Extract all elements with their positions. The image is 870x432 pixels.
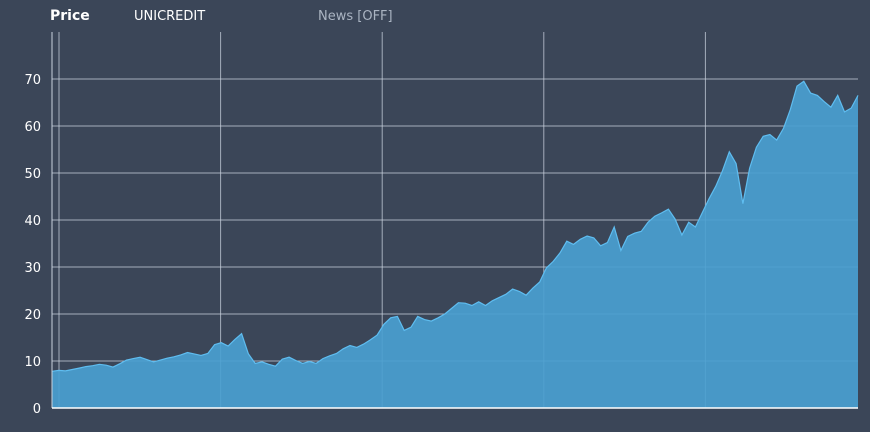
y-tick-label-0: 0 [33, 402, 41, 417]
y-tick-label-20: 20 [24, 308, 41, 323]
y-tick-label-40: 40 [24, 214, 41, 229]
y-tick-label-30: 30 [24, 261, 41, 276]
y-tick-label-70: 70 [24, 73, 41, 88]
price-chart[interactable]: 0 10 20 30 40 50 60 70 [0, 0, 870, 432]
y-tick-label-60: 60 [24, 120, 41, 135]
y-tick-label-50: 50 [24, 167, 41, 182]
price-area-fill [52, 81, 858, 409]
price-area [51, 80, 859, 409]
y-tick-label-10: 10 [24, 355, 41, 370]
